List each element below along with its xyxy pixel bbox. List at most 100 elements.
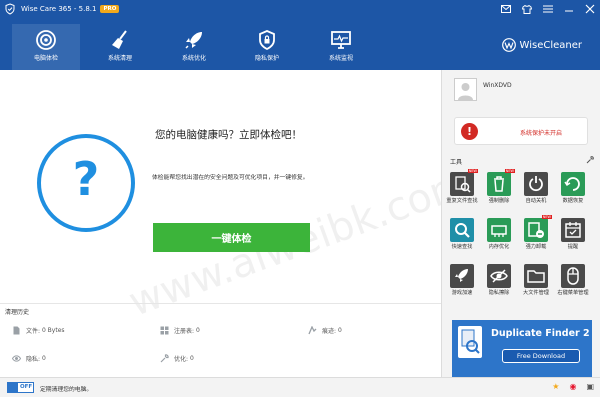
tool-label: 快速查找	[451, 244, 473, 250]
tool-label: 强制删除	[488, 198, 510, 204]
tool-item[interactable]: NEW 重复文件查找	[445, 169, 479, 204]
trace-icon	[308, 326, 317, 335]
tab-pc-checkup[interactable]: 电脑体检	[12, 24, 80, 70]
power-icon	[524, 172, 548, 196]
tool-item[interactable]: 右键菜单管理	[556, 264, 590, 296]
history-value: 0	[41, 355, 46, 362]
tool-item[interactable]: 大文件管理	[519, 264, 553, 296]
tool-item[interactable]: NEW 强力卸载	[519, 215, 553, 250]
tools-title: 工具	[450, 159, 463, 166]
trash-icon: NEW	[487, 169, 515, 196]
tool-label: 内存优化	[488, 244, 510, 250]
pro-badge: PRO	[100, 5, 120, 13]
tool-item[interactable]: NEW 强制删除	[482, 169, 516, 204]
tools-settings-icon[interactable]	[586, 156, 594, 164]
app-window: Wise Care 365 - 5.8.1 PRO 电脑体检 系统清理 系统优化…	[0, 0, 600, 397]
duplicate-finder-ad[interactable]: Duplicate Finder 2 Free Download	[452, 320, 592, 377]
toggle-label: OFF	[20, 384, 33, 390]
app-logo-icon	[5, 3, 15, 15]
history-item-optimize: 优化: 0	[160, 354, 194, 363]
tool-label: 强力卸载	[525, 244, 547, 250]
app-title: Wise Care 365 - 5.8.1	[21, 5, 97, 13]
clean-history: 清理历史 文件: 0 Bytes 注册表: 0 痕迹: 0 隐私: 0 优化: …	[0, 303, 441, 377]
file-icon	[13, 326, 20, 335]
tab-label: 系统监视	[328, 55, 353, 62]
shirt-icon[interactable]	[521, 3, 533, 15]
brand-name: WiseCleaner	[519, 39, 582, 51]
tool-item[interactable]: 游戏加速	[445, 264, 479, 296]
new-badge: NEW	[541, 215, 552, 219]
mail-icon[interactable]	[500, 3, 512, 15]
uninstall-icon: NEW	[524, 215, 552, 242]
tab-label: 系统优化	[181, 55, 206, 62]
tool-label: 右键菜单管理	[557, 290, 589, 296]
checkup-description: 体检能帮您找出潜在的安全问题及可优化项目，并一键修复。	[152, 175, 309, 181]
tool-item[interactable]: 提醒	[556, 218, 590, 250]
eye-off-icon	[487, 264, 511, 288]
schedule-clean-text: 定期清理您的电脑。	[40, 387, 93, 393]
folder-icon	[524, 264, 548, 288]
checkup-headline: 您的电脑健康吗？立即体检吧！	[155, 129, 302, 141]
right-panel: WinXDVD ! 系统保护未开启 工具 NEW 重复文件查找 NEW 强制删除 自动关…	[441, 70, 600, 377]
calendar-icon	[561, 218, 585, 242]
system-protection-status[interactable]: ! 系统保护未开启	[454, 117, 588, 145]
shield-icon	[259, 30, 275, 51]
user-name: WinXDVD	[483, 82, 512, 89]
close-icon[interactable]	[584, 3, 596, 15]
tool-label: 重复文件查找	[446, 198, 478, 204]
history-item-files: 文件: 0 Bytes	[12, 326, 65, 335]
duplicate-search-icon: NEW	[450, 169, 478, 196]
menu-icon[interactable]	[542, 3, 554, 15]
tool-item[interactable]: 隐私擦除	[482, 264, 516, 296]
memory-icon	[487, 218, 511, 242]
tool-item[interactable]: 快速查找	[445, 218, 479, 250]
magnifier-icon	[450, 218, 474, 242]
tool-item[interactable]: 内存优化	[482, 218, 516, 250]
tool-item[interactable]: 自动关机	[519, 172, 553, 204]
history-title: 清理历史	[5, 309, 30, 316]
window-controls	[500, 3, 596, 15]
history-value: 0 Bytes	[41, 327, 65, 334]
tab-privacy-protect[interactable]: 隐私保护	[233, 24, 301, 70]
free-download-button[interactable]: Free Download	[502, 349, 580, 363]
wrench-icon	[160, 354, 169, 363]
mouse-icon	[561, 264, 585, 288]
weibo-icon[interactable]: ◉	[569, 382, 576, 391]
eye-icon	[12, 355, 21, 362]
tool-label: 大文件管理	[523, 290, 549, 296]
minimize-icon[interactable]	[563, 3, 575, 15]
tool-label: 自动关机	[525, 198, 547, 204]
tool-label: 游戏加速	[451, 290, 473, 296]
avatar[interactable]	[454, 78, 477, 101]
schedule-clean-toggle[interactable]: OFF	[7, 382, 34, 393]
tab-system-optimize[interactable]: 系统优化	[160, 24, 228, 70]
history-value: 0	[195, 327, 200, 334]
new-badge: NEW	[504, 169, 515, 173]
registry-icon	[160, 326, 169, 335]
new-badge: NEW	[467, 169, 478, 173]
toggle-knob	[8, 383, 18, 392]
game-rocket-icon	[450, 264, 474, 288]
ad-title: Duplicate Finder 2	[491, 328, 590, 339]
star-icon[interactable]: ★	[552, 382, 559, 391]
ticket-icon[interactable]: ▣	[586, 382, 594, 391]
duplicate-finder-icon	[458, 326, 482, 358]
tab-label: 隐私保护	[254, 55, 279, 62]
wisecleaner-brand: WiseCleaner	[501, 38, 582, 52]
target-icon	[36, 30, 56, 50]
one-click-checkup-button[interactable]: 一键体检	[153, 223, 310, 252]
checkup-panel: www.aiweibk.com ? 您的电脑健康吗？立即体检吧！ 体检能帮您找出…	[0, 70, 475, 326]
tool-item[interactable]: 数据恢复	[556, 172, 590, 204]
tool-label: 提醒	[567, 244, 579, 250]
recover-icon	[561, 172, 585, 196]
history-item-privacy: 隐私: 0	[12, 354, 46, 363]
tab-system-monitor[interactable]: 系统监视	[307, 24, 375, 70]
status-text: 系统保护未开启	[520, 130, 563, 137]
history-value: 0	[189, 355, 194, 362]
wisecleaner-logo-icon	[501, 38, 516, 52]
rocket-icon	[185, 32, 202, 49]
history-item-registry: 注册表: 0	[160, 326, 200, 335]
history-item-traces: 痕迹: 0	[308, 326, 342, 335]
tab-label: 系统清理	[107, 55, 132, 62]
tab-system-clean[interactable]: 系统清理	[86, 24, 154, 70]
